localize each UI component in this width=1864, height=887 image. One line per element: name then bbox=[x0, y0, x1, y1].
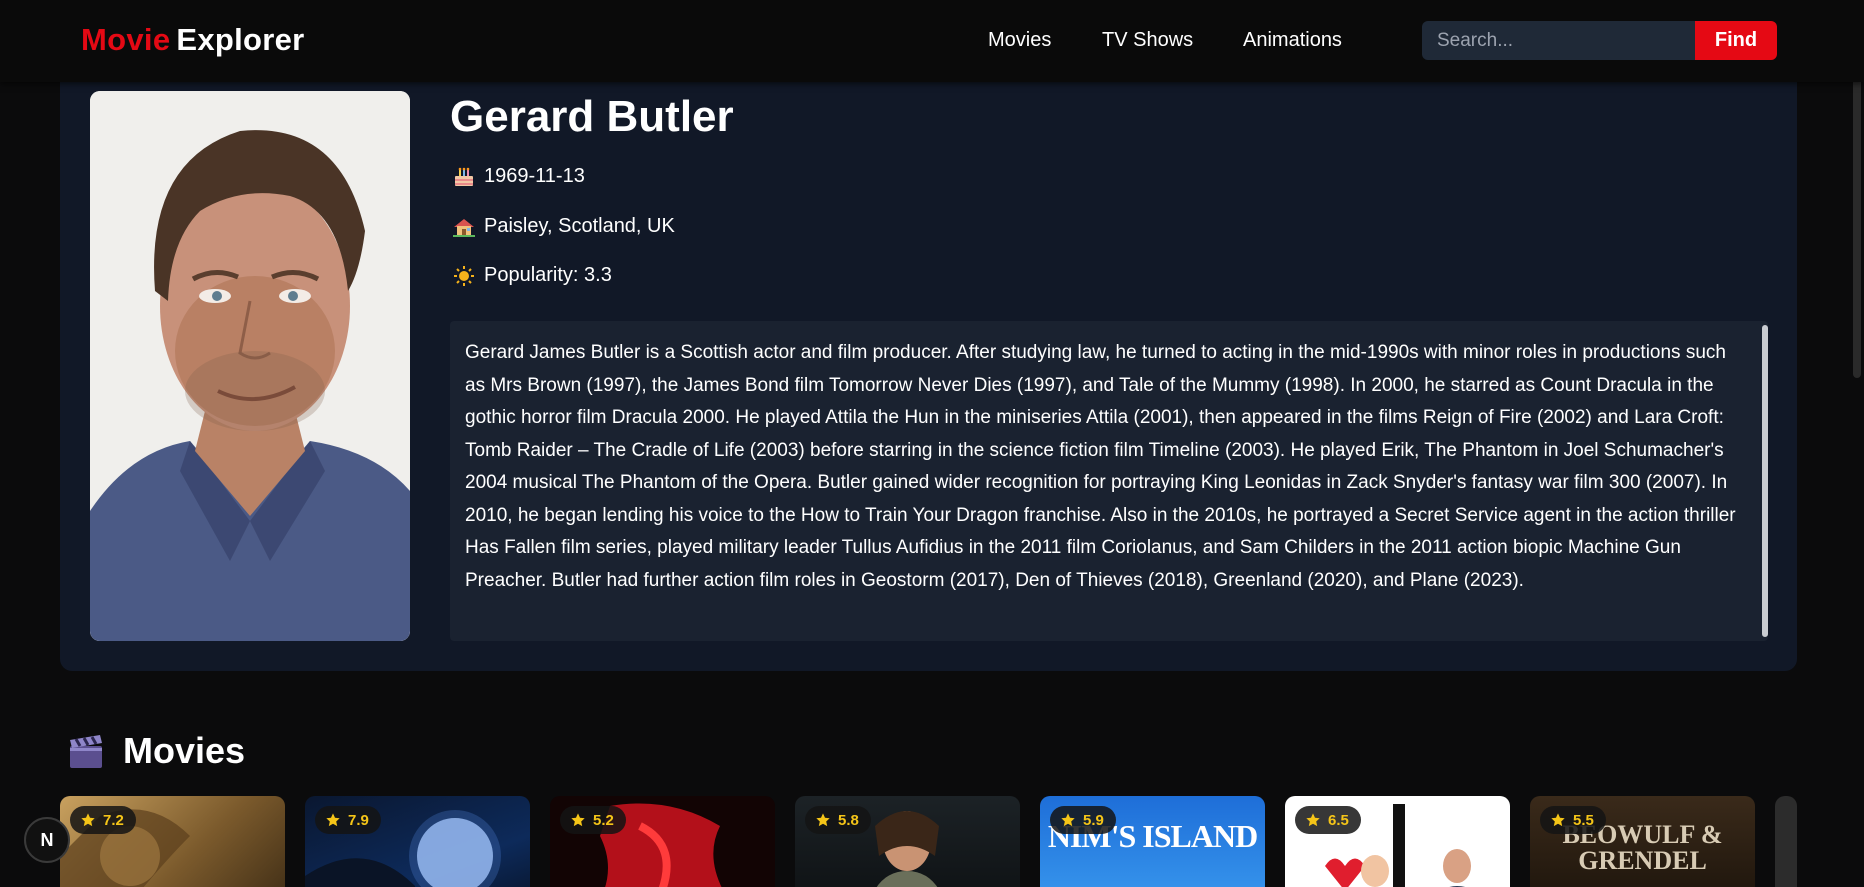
popularity-row: Popularity: 3.3 bbox=[452, 264, 612, 287]
site-logo[interactable]: Movie Explorer bbox=[81, 22, 305, 58]
house-icon bbox=[452, 216, 476, 238]
movie-card[interactable]: NIM'S ISLAND 5.9 bbox=[1040, 796, 1265, 887]
movie-card[interactable]: 6.5 bbox=[1285, 796, 1510, 887]
biography-box[interactable]: Gerard James Butler is a Scottish actor … bbox=[450, 321, 1768, 641]
birthplace-value: Paisley, Scotland, UK bbox=[484, 215, 675, 237]
rating-value: 5.8 bbox=[838, 811, 859, 829]
nav-animations-link[interactable]: Animations bbox=[1243, 29, 1373, 52]
page-scrollbar[interactable] bbox=[1850, 0, 1864, 887]
logo-explorer: Explorer bbox=[176, 22, 305, 57]
rating-value: 5.2 bbox=[593, 811, 614, 829]
movie-card[interactable]: 5.8 bbox=[795, 796, 1020, 887]
rating-value: 6.5 bbox=[1328, 811, 1349, 829]
badge-letter: N bbox=[40, 829, 54, 850]
dev-tools-badge[interactable]: N bbox=[24, 817, 70, 863]
star-icon bbox=[1306, 813, 1320, 827]
movie-card[interactable]: 7.9 bbox=[305, 796, 530, 887]
popularity-value: Popularity: 3.3 bbox=[484, 264, 612, 286]
nav-tv-shows-link[interactable]: TV Shows bbox=[1102, 29, 1212, 52]
rating-value: 7.2 bbox=[103, 811, 124, 829]
star-icon bbox=[571, 813, 585, 827]
rating-badge: 5.2 bbox=[560, 806, 626, 834]
rating-badge: 7.9 bbox=[315, 806, 381, 834]
star-icon bbox=[326, 813, 340, 827]
find-button[interactable]: Find bbox=[1695, 21, 1777, 60]
rating-badge: 6.5 bbox=[1295, 806, 1361, 834]
movie-card-partial[interactable] bbox=[1775, 796, 1797, 887]
movie-card[interactable]: 7.2 bbox=[60, 796, 285, 887]
rating-value: 5.9 bbox=[1083, 811, 1104, 829]
rating-value: 7.9 bbox=[348, 811, 369, 829]
birthplace-row: Paisley, Scotland, UK bbox=[452, 215, 675, 238]
movies-section-title: Movies bbox=[67, 730, 245, 772]
birthday-value: 1969-11-13 bbox=[484, 165, 585, 187]
logo-movie: Movie bbox=[81, 22, 171, 57]
clapperboard-icon bbox=[67, 732, 105, 770]
movies-section-label: Movies bbox=[123, 730, 246, 771]
rating-badge: 5.9 bbox=[1050, 806, 1116, 834]
portrait-image bbox=[90, 91, 410, 641]
star-icon bbox=[816, 813, 830, 827]
birthday-row: 1969-11-13 bbox=[452, 165, 585, 188]
rating-badge: 5.5 bbox=[1540, 806, 1606, 834]
rating-value: 5.5 bbox=[1573, 811, 1594, 829]
movie-card[interactable]: 5.2 bbox=[550, 796, 775, 887]
rating-badge: 7.2 bbox=[70, 806, 136, 834]
biography-scrollbar[interactable] bbox=[1762, 325, 1768, 637]
rating-badge: 5.8 bbox=[805, 806, 871, 834]
star-icon bbox=[1061, 813, 1075, 827]
page-scrollbar-thumb[interactable] bbox=[1853, 58, 1861, 378]
person-name: Gerard Butler bbox=[450, 92, 734, 141]
biography-text: Gerard James Butler is a Scottish actor … bbox=[465, 342, 1736, 591]
star-icon bbox=[1551, 813, 1565, 827]
nav-movies-link[interactable]: Movies bbox=[988, 29, 1068, 52]
sun-icon bbox=[452, 265, 476, 287]
birthday-cake-icon bbox=[452, 166, 476, 188]
search-input[interactable] bbox=[1422, 21, 1696, 60]
person-photo bbox=[90, 91, 410, 641]
movie-card[interactable]: BEOWULF & GRENDEL 5.5 bbox=[1530, 796, 1755, 887]
top-navbar: Movie Explorer Movies TV Shows Animations… bbox=[0, 0, 1864, 82]
star-icon bbox=[81, 813, 95, 827]
